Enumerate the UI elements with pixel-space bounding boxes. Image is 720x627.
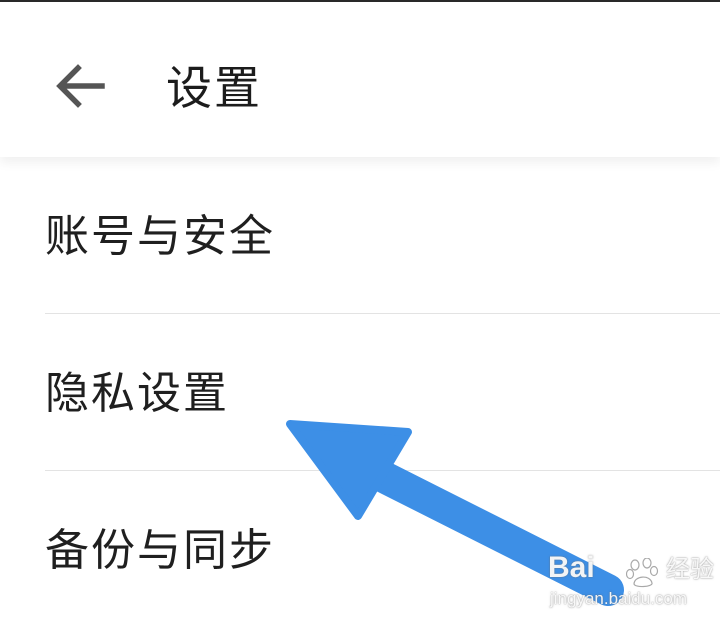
settings-item-label: 账号与安全 (45, 211, 275, 262)
arrow-left-icon (56, 64, 105, 108)
settings-item-label: 备份与同步 (45, 525, 275, 576)
baidu-paw-icon (626, 558, 659, 588)
page-title: 设置 (166, 61, 262, 115)
watermark-url: jingyan.baidu.com (550, 589, 688, 608)
baidu-jingyan-watermark: Bai 经验 jingyan.baidu.com (548, 548, 716, 620)
settings-item-account-security[interactable]: 账号与安全 (0, 157, 720, 313)
app-header: 设置 (0, 2, 720, 157)
watermark-brand: Bai (548, 551, 595, 584)
settings-item-label: 隐私设置 (45, 368, 229, 419)
watermark-product: 经验 (666, 555, 714, 583)
settings-item-privacy[interactable]: 隐私设置 (0, 314, 720, 470)
back-button[interactable] (50, 58, 114, 114)
